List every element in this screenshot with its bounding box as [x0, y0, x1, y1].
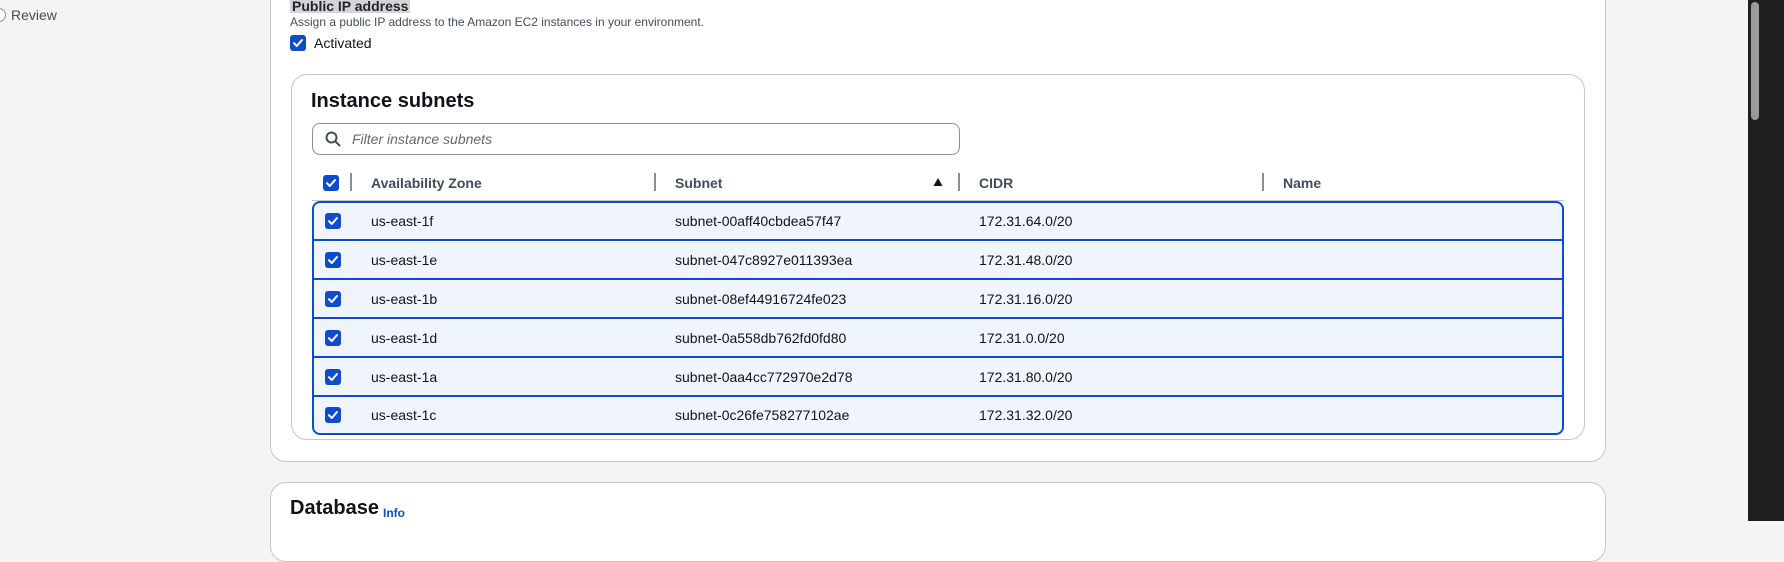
checkmark-icon [326, 179, 336, 187]
row-select-cell [325, 397, 341, 433]
table-row[interactable]: us-east-1b subnet-08ef44916724fe023 172.… [312, 279, 1564, 318]
wizard-steps-nav: Review [0, 0, 260, 521]
cell-availability-zone: us-east-1b [371, 290, 438, 307]
cell-availability-zone: us-east-1e [371, 251, 438, 268]
checkmark-icon [328, 217, 338, 225]
filter-subnets-field[interactable] [312, 123, 960, 155]
database-panel [270, 482, 1606, 562]
cell-cidr: 172.31.80.0/20 [979, 368, 1073, 385]
row-select-cell [325, 280, 341, 317]
row-checkbox[interactable] [325, 407, 341, 423]
public-ip-checkbox-label: Activated [314, 35, 372, 51]
row-select-cell [325, 358, 341, 395]
checkmark-icon [293, 39, 303, 47]
public-ip-checkbox[interactable] [290, 35, 306, 51]
cell-cidr: 172.31.48.0/20 [979, 251, 1073, 268]
row-select-cell [325, 319, 341, 356]
table-row[interactable]: us-east-1a subnet-0aa4cc772970e2d78 172.… [312, 357, 1564, 396]
sort-ascending-icon[interactable] [933, 177, 943, 187]
column-header-cidr[interactable]: CIDR [979, 165, 1013, 201]
public-ip-heading: Public IP address [290, 0, 411, 14]
checkmark-icon [328, 294, 338, 303]
cell-cidr: 172.31.0.0/20 [979, 329, 1065, 346]
column-resizer[interactable] [350, 173, 352, 191]
table-row[interactable]: us-east-1f subnet-00aff40cbdea57f47 172.… [312, 201, 1564, 240]
column-resizer[interactable] [654, 173, 656, 191]
row-select-cell [325, 241, 341, 278]
column-header-availability-zone[interactable]: Availability Zone [371, 165, 482, 201]
nav-step-review[interactable]: Review [0, 6, 57, 24]
row-checkbox[interactable] [325, 251, 341, 268]
row-checkbox[interactable] [325, 329, 341, 346]
cell-subnet: subnet-00aff40cbdea57f47 [675, 213, 842, 229]
cell-subnet: subnet-047c8927e011393ea [675, 251, 853, 268]
cell-subnet: subnet-0aa4cc772970e2d78 [675, 368, 853, 385]
scrollbar-thumb[interactable] [1751, 2, 1759, 120]
table-row[interactable]: us-east-1e subnet-047c8927e011393ea 172.… [312, 240, 1564, 279]
public-ip-description: Assign a public IP address to the Amazon… [290, 15, 705, 29]
database-title: Database [290, 497, 379, 519]
column-resizer[interactable] [1262, 173, 1264, 191]
subnets-table-body: us-east-1f subnet-00aff40cbdea57f47 172.… [312, 201, 1564, 435]
table-row[interactable]: us-east-1c subnet-0c26fe758277102ae 172.… [312, 396, 1564, 435]
cell-availability-zone: us-east-1a [371, 368, 438, 385]
checkmark-icon [328, 255, 338, 264]
cell-subnet: subnet-08ef44916724fe023 [675, 290, 847, 307]
row-checkbox[interactable] [325, 368, 341, 385]
cell-cidr: 172.31.32.0/20 [979, 407, 1073, 423]
cell-availability-zone: us-east-1d [371, 329, 438, 346]
subnets-table-header: Availability Zone Subnet CIDR Name [312, 165, 1564, 201]
nav-step-label: Review [11, 7, 57, 23]
cell-subnet: subnet-0a558db762fd0fd80 [675, 329, 847, 346]
cell-cidr: 172.31.64.0/20 [979, 213, 1073, 229]
cell-availability-zone: us-east-1c [371, 407, 437, 423]
column-resizer[interactable] [958, 173, 960, 191]
cell-cidr: 172.31.16.0/20 [979, 290, 1073, 307]
row-select-cell [325, 203, 341, 239]
row-checkbox[interactable] [325, 213, 341, 229]
column-header-subnet[interactable]: Subnet [675, 165, 722, 201]
search-icon [325, 131, 341, 147]
table-row[interactable]: us-east-1d subnet-0a558db762fd0fd80 172.… [312, 318, 1564, 357]
instance-subnets-title: Instance subnets [311, 90, 475, 112]
checkmark-icon [328, 372, 338, 381]
checkmark-icon [328, 333, 338, 342]
row-checkbox[interactable] [325, 290, 341, 307]
filter-subnets-input[interactable] [350, 130, 944, 148]
step-circle-icon [0, 8, 6, 22]
cell-availability-zone: us-east-1f [371, 213, 434, 229]
select-all-checkbox[interactable] [323, 175, 339, 191]
database-info-link[interactable]: Info [383, 506, 405, 520]
checkmark-icon [328, 411, 338, 419]
cell-subnet: subnet-0c26fe758277102ae [675, 407, 850, 423]
column-header-name[interactable]: Name [1283, 165, 1321, 201]
public-ip-checkbox-row[interactable]: Activated [290, 35, 372, 51]
